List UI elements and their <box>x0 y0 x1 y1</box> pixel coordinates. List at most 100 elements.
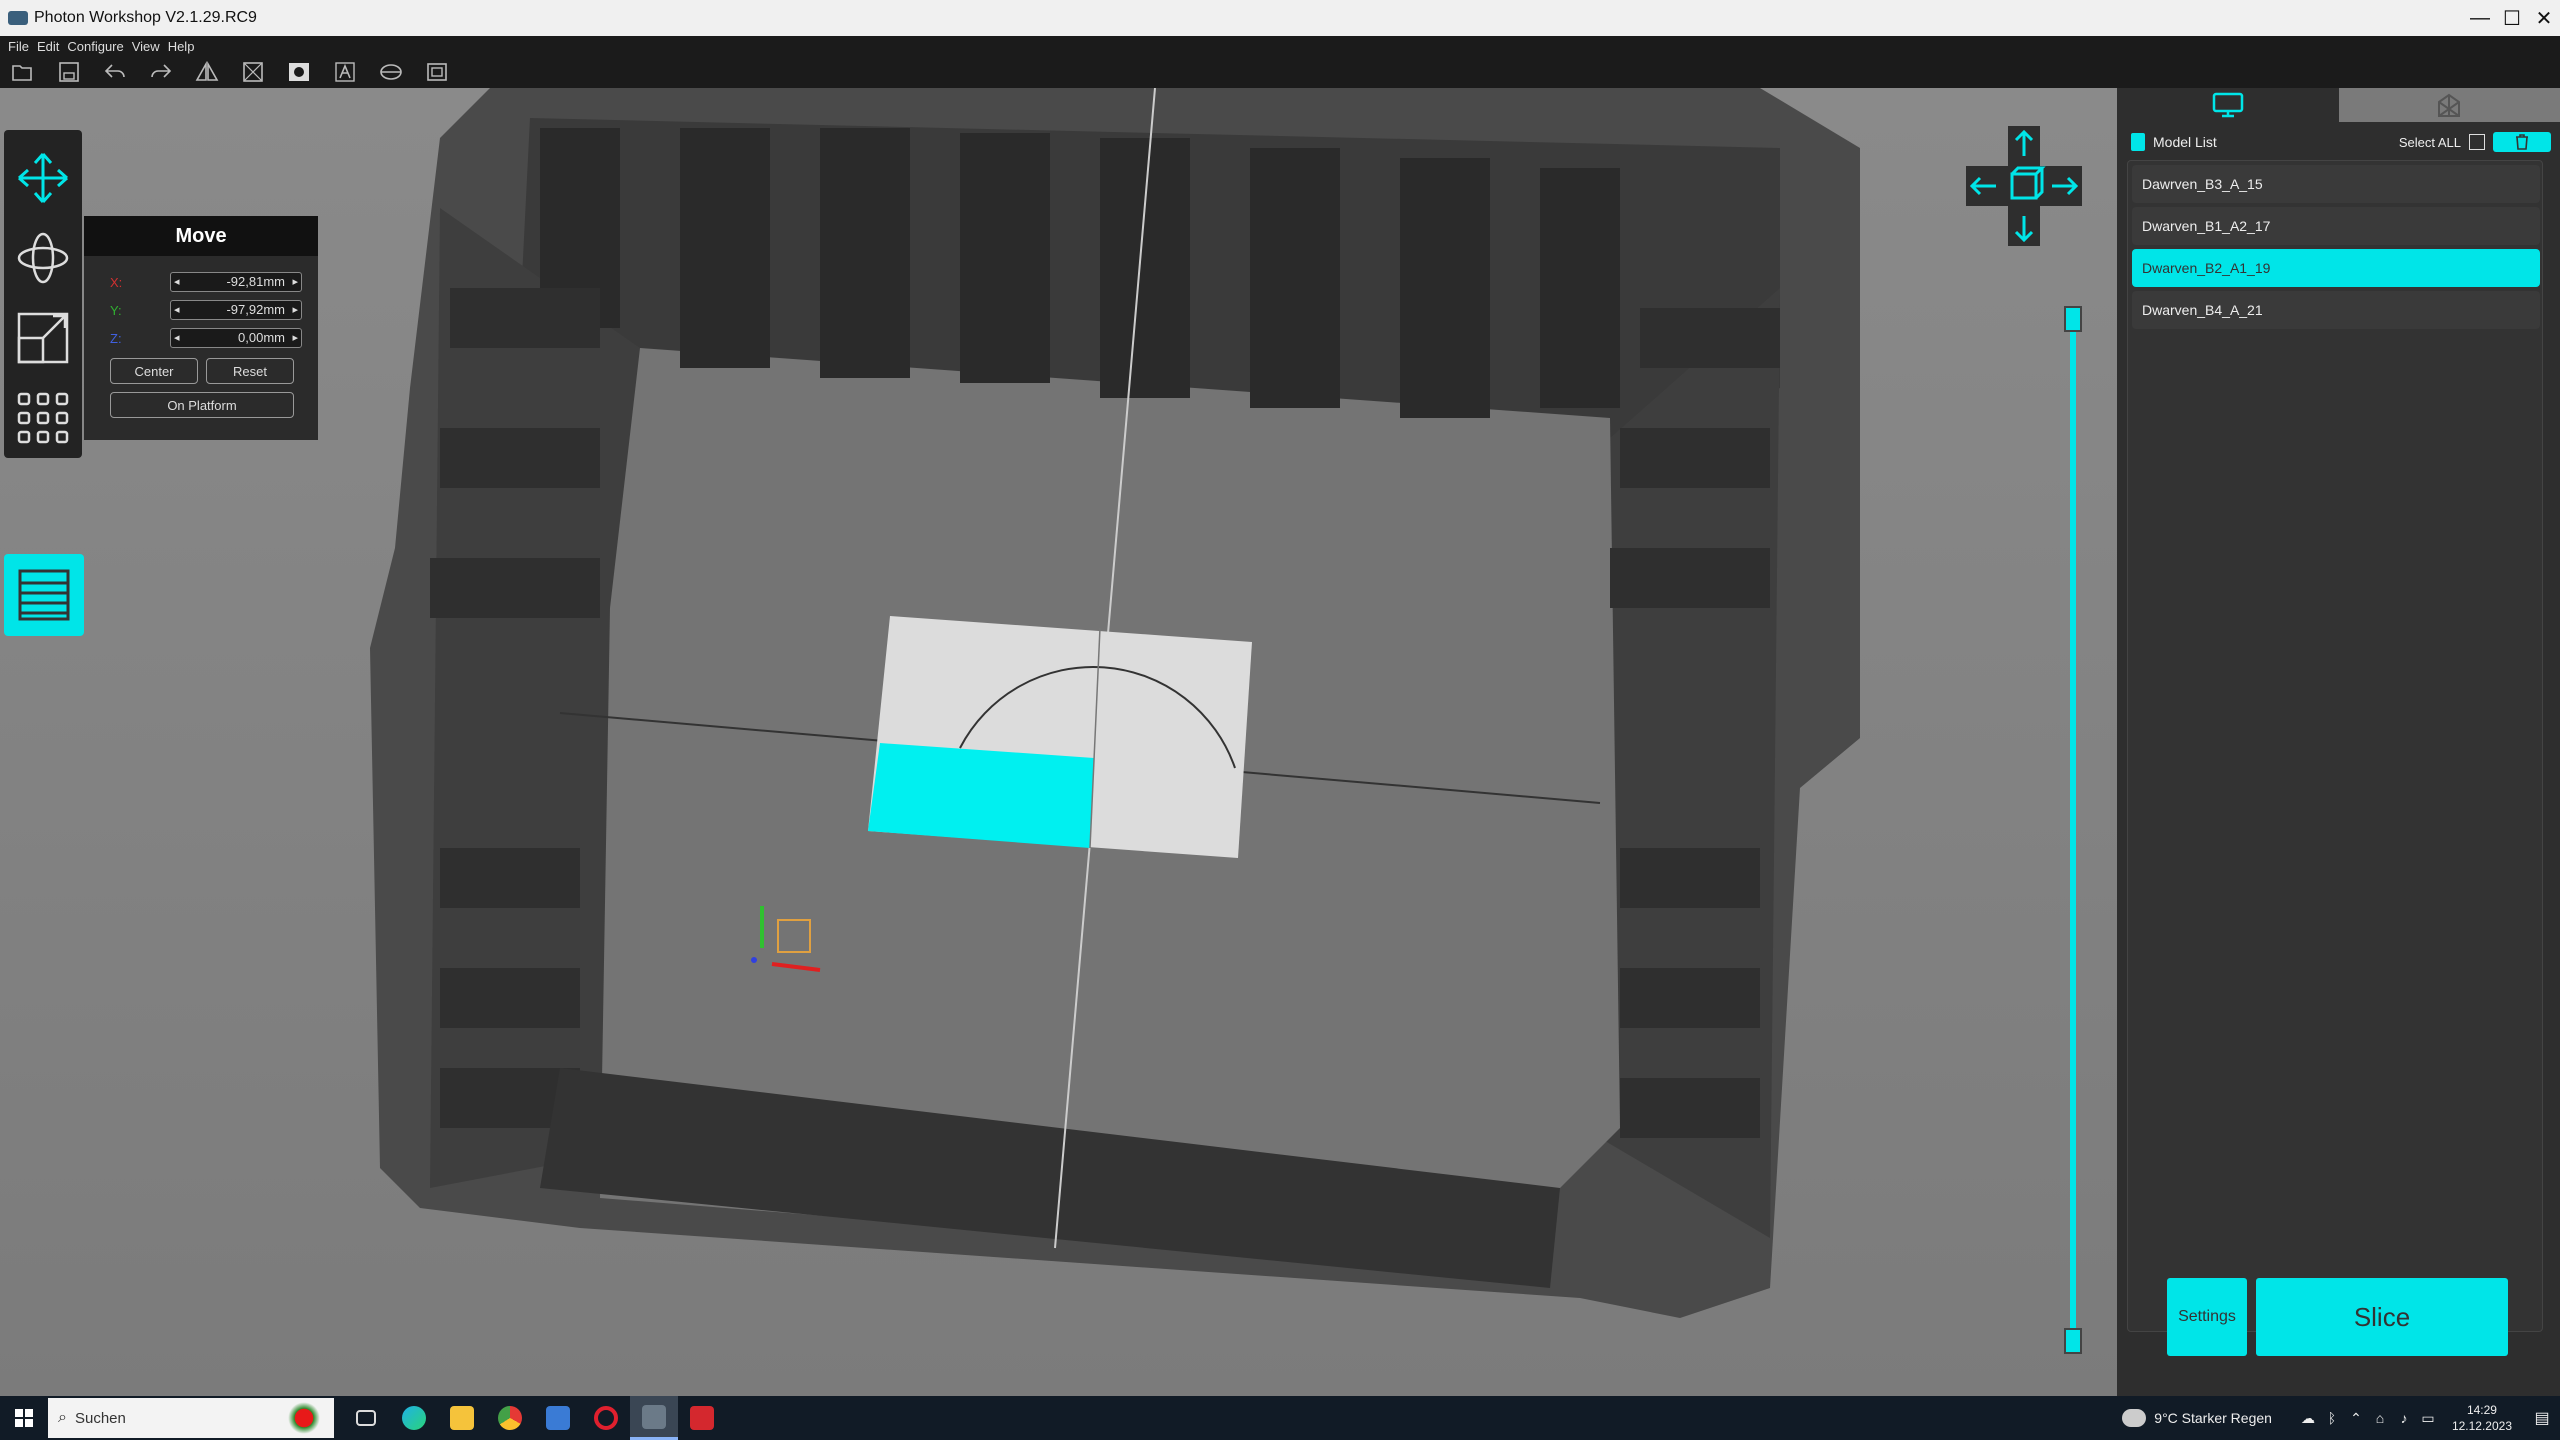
start-button[interactable] <box>0 1396 48 1440</box>
x-label: X: <box>110 274 123 290</box>
model-list-item[interactable]: Dwarven_B4_A_21 <box>2132 291 2540 329</box>
center-button[interactable]: Center <box>110 358 198 384</box>
delete-button[interactable] <box>2493 132 2551 152</box>
hidden-icons-icon[interactable]: ⌃ <box>2344 1410 2368 1427</box>
view-cube-icon <box>1966 126 2082 246</box>
menu-help[interactable]: Help <box>168 39 195 54</box>
grid-icon <box>17 392 69 444</box>
support-icon <box>2438 93 2461 117</box>
dropbox-icon[interactable]: ☁ <box>2296 1410 2320 1427</box>
z-row: Z: 0,00mm <box>110 328 302 348</box>
move-panel: Move X: -92,81mm Y: -97,92mm Z: 0,00mm C… <box>84 216 318 440</box>
open-icon <box>12 65 32 81</box>
model-list-item[interactable]: Dawrven_B3_A_15 <box>2132 165 2540 203</box>
undo-button[interactable] <box>98 58 132 86</box>
repair-icon <box>380 64 402 80</box>
settings-button[interactable]: Settings <box>2167 1278 2247 1356</box>
weather-text: 9°C Starker Regen <box>2154 1410 2272 1426</box>
reset-button[interactable]: Reset <box>206 358 294 384</box>
task-view-icon <box>356 1410 376 1426</box>
folder-icon <box>450 1406 474 1430</box>
store-button[interactable] <box>534 1396 582 1440</box>
mirror-button[interactable] <box>190 58 224 86</box>
text-button[interactable] <box>328 58 362 86</box>
save-icon <box>59 62 79 82</box>
redo-button[interactable] <box>144 58 178 86</box>
y-input[interactable]: -97,92mm <box>170 300 302 320</box>
model-list-item-selected[interactable]: Dwarven_B2_A1_19 <box>2132 249 2540 287</box>
rotate-tool-button[interactable] <box>4 218 82 298</box>
select-all-checkbox[interactable] <box>2469 134 2485 150</box>
acrobat-button[interactable] <box>678 1396 726 1440</box>
task-view-button[interactable] <box>342 1396 390 1440</box>
explorer-button[interactable] <box>438 1396 486 1440</box>
trash-icon <box>2516 134 2528 150</box>
weather-widget[interactable]: 9°C Starker Regen <box>2122 1409 2272 1427</box>
model-list: Dawrven_B3_A_15 Dwarven_B1_A2_17 Dwarven… <box>2127 160 2543 1332</box>
chrome-button[interactable] <box>486 1396 534 1440</box>
slice-button[interactable]: Slice <box>2256 1278 2508 1356</box>
minimize-button[interactable]: — <box>2464 0 2496 36</box>
taskbar-apps <box>342 1396 726 1440</box>
menu-view[interactable]: View <box>132 39 160 54</box>
opera-icon <box>594 1406 618 1430</box>
taskbar-search[interactable]: ⌕ Suchen <box>48 1398 334 1438</box>
tab-supports[interactable] <box>2338 88 2560 122</box>
volume-icon[interactable]: ♪ <box>2392 1410 2416 1427</box>
y-row: Y: -97,92mm <box>110 300 302 320</box>
layer-preview-button[interactable] <box>4 554 84 636</box>
move-tool-button[interactable] <box>4 138 82 218</box>
menu-configure[interactable]: Configure <box>67 39 123 54</box>
hollow-button[interactable] <box>236 58 270 86</box>
text-icon <box>335 62 355 82</box>
model-list-item[interactable]: Dwarven_B1_A2_17 <box>2132 207 2540 245</box>
mirror-icon <box>195 61 219 81</box>
menu-bar: File Edit Configure View Help <box>0 36 2560 56</box>
close-button[interactable]: ✕ <box>2528 0 2560 36</box>
right-panel: Model List Select ALL Dawrven_B3_A_15 Dw… <box>2117 88 2560 1396</box>
menu-edit[interactable]: Edit <box>37 39 59 54</box>
layer-slider-lower-handle[interactable] <box>2064 1328 2082 1354</box>
scale-tool-button[interactable] <box>4 298 82 378</box>
clock-time: 14:29 <box>2466 1403 2497 1417</box>
display-icon[interactable]: ▭ <box>2416 1410 2440 1427</box>
network-icon[interactable]: ⌂ <box>2368 1410 2392 1427</box>
x-row: X: -92,81mm <box>110 272 302 292</box>
undo-icon <box>104 64 125 78</box>
acrobat-icon <box>690 1406 714 1430</box>
repair-button[interactable] <box>374 58 408 86</box>
view-navigator[interactable] <box>1966 126 2082 246</box>
notification-icon[interactable]: ▤ <box>2524 1408 2560 1428</box>
poinsettia-icon <box>288 1402 320 1434</box>
tab-models[interactable] <box>2117 88 2339 122</box>
photon-workshop-taskbar-button[interactable] <box>630 1396 678 1440</box>
punch-button[interactable] <box>282 58 316 86</box>
z-input[interactable]: 0,00mm <box>170 328 302 348</box>
photon-workshop-icon <box>642 1404 666 1429</box>
move-panel-title: Move <box>84 216 318 256</box>
opera-button[interactable] <box>582 1396 630 1440</box>
layer-slider[interactable] <box>2064 306 2082 1354</box>
edge-icon <box>402 1406 426 1430</box>
layer-slider-rail <box>2070 306 2076 1354</box>
edge-button[interactable] <box>390 1396 438 1440</box>
arrange-tool-button[interactable] <box>4 378 82 458</box>
bluetooth-icon[interactable]: ᛒ <box>2320 1410 2344 1427</box>
layer-slider-upper-handle[interactable] <box>2064 306 2082 332</box>
taskbar-clock[interactable]: 14:29 12.12.2023 <box>2452 1402 2512 1434</box>
save-button[interactable] <box>52 58 86 86</box>
model-list-header: Model List Select ALL <box>2131 132 2551 152</box>
tray-icons: ☁ ᛒ ⌃ ⌂ ♪ ▭ <box>2296 1410 2440 1427</box>
on-platform-button[interactable]: On Platform <box>110 392 294 418</box>
rain-cloud-icon <box>2122 1409 2147 1427</box>
x-input[interactable]: -92,81mm <box>170 272 302 292</box>
chrome-icon <box>498 1406 522 1430</box>
y-label: Y: <box>110 302 122 318</box>
panel-tabs <box>2117 88 2560 122</box>
layout-button[interactable] <box>420 58 454 86</box>
window-title: Photon Workshop V2.1.29.RC9 <box>34 9 257 26</box>
menu-file[interactable]: File <box>8 39 29 54</box>
z-label: Z: <box>110 330 122 346</box>
open-button[interactable] <box>6 58 40 86</box>
maximize-button[interactable]: ☐ <box>2496 0 2528 36</box>
